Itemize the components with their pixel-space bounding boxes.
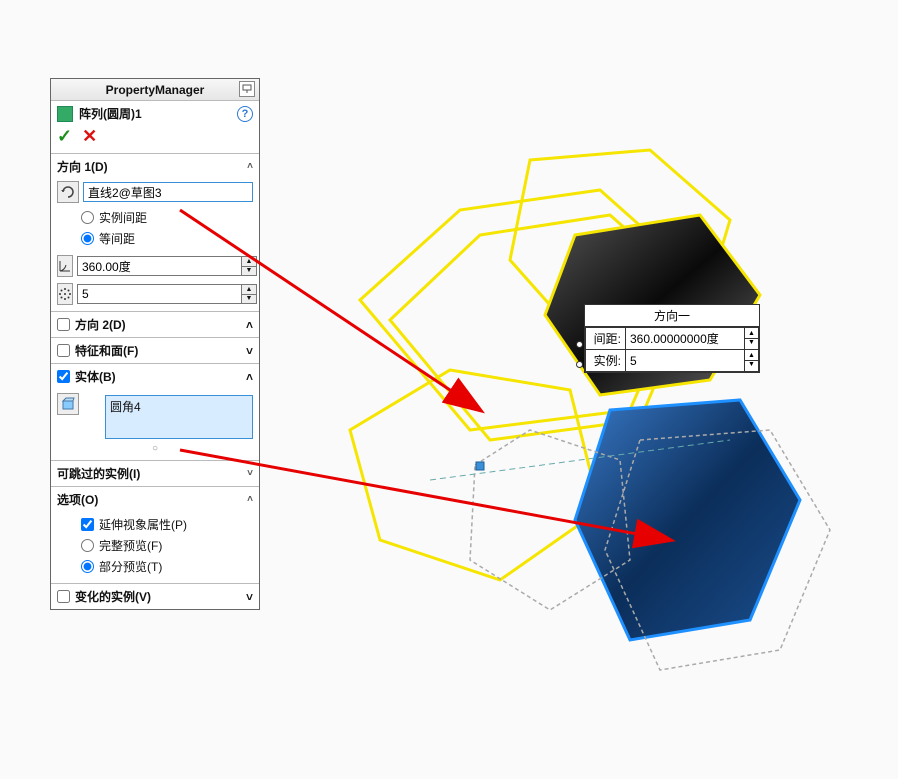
equal-radio-row[interactable]: 等间距	[57, 228, 253, 249]
callout-title: 方向一	[585, 305, 759, 327]
section-direction2-header[interactable]: 方向 2(D) ˄	[51, 312, 259, 337]
varied-checkbox[interactable]	[57, 590, 70, 603]
ok-button[interactable]: ✓	[57, 126, 72, 147]
pin-button[interactable]	[239, 81, 255, 97]
section-direction1-header[interactable]: 方向 1(D) ˄	[51, 154, 259, 179]
cancel-button[interactable]: ✕	[82, 126, 97, 147]
callout-spacing-spinner[interactable]: ▲▼	[745, 328, 759, 350]
instances-down[interactable]: ▼	[241, 294, 257, 305]
angle-down[interactable]: ▼	[241, 266, 257, 277]
reverse-direction-icon	[60, 184, 76, 200]
model-preview	[300, 120, 860, 740]
propagate-checkbox[interactable]	[81, 518, 94, 531]
section-features-faces-header[interactable]: 特征和面(F) ˅	[51, 338, 259, 363]
bodies-label: 实体(B)	[75, 368, 116, 385]
instances-row: ▲▼	[57, 283, 253, 305]
body-select-icon	[57, 393, 79, 415]
section-direction2: 方向 2(D) ˄	[51, 311, 259, 337]
chevron-down-icon: ˅	[246, 590, 253, 604]
instances-input[interactable]	[77, 284, 241, 304]
callout-instances-input[interactable]	[630, 354, 740, 368]
propagate-row[interactable]: 延伸视象属性(P)	[57, 514, 253, 535]
angle-icon	[57, 255, 73, 277]
spacing-radio-row[interactable]: 实例间距	[57, 207, 253, 228]
angle-spinner[interactable]: ▲▼	[241, 256, 257, 276]
section-options: 选项(O) ˄ 延伸视象属性(P) 完整预览(F) 部分预览(T)	[51, 486, 259, 583]
section-skippable-header[interactable]: 可跳过的实例(I) ˅	[51, 461, 259, 486]
callout-instances-label: 实例:	[586, 350, 626, 372]
full-preview-radio[interactable]	[81, 539, 94, 552]
section-direction1-label: 方向 1(D)	[57, 158, 108, 175]
full-preview-row[interactable]: 完整预览(F)	[57, 535, 253, 556]
bodies-selection-box[interactable]: 圆角4	[105, 395, 253, 439]
options-label: 选项(O)	[57, 491, 98, 508]
section-options-header[interactable]: 选项(O) ˄	[51, 487, 259, 512]
pm-title-bar: PropertyManager	[51, 79, 259, 101]
direction2-label: 方向 2(D)	[75, 316, 126, 333]
ok-cancel-row: ✓ ✕	[51, 126, 259, 153]
callout-handle-icon[interactable]	[576, 341, 583, 348]
partial-preview-radio[interactable]	[81, 560, 94, 573]
chevron-up-icon: ˄	[247, 494, 253, 505]
chevron-down-icon: ˅	[247, 468, 253, 479]
feature-name: 阵列(圆周)1	[79, 105, 142, 122]
equal-radio[interactable]	[81, 232, 94, 245]
circular-pattern-icon	[57, 106, 73, 122]
partial-preview-label: 部分预览(T)	[99, 558, 162, 575]
feature-header: 阵列(圆周)1 ?	[51, 101, 259, 126]
partial-preview-row[interactable]: 部分预览(T)	[57, 556, 253, 577]
section-bodies-header[interactable]: 实体(B) ˄	[51, 364, 259, 389]
propagate-label: 延伸视象属性(P)	[99, 516, 187, 533]
equal-radio-label: 等间距	[99, 230, 135, 247]
section-skippable: 可跳过的实例(I) ˅	[51, 460, 259, 486]
callout-instances-spinner[interactable]: ▲▼	[745, 350, 759, 372]
features-faces-checkbox[interactable]	[57, 344, 70, 357]
reverse-direction-button[interactable]	[57, 181, 79, 203]
bodies-selected-item[interactable]: 圆角4	[110, 398, 248, 415]
bodies-checkbox[interactable]	[57, 370, 70, 383]
section-direction1: 方向 1(D) ˄ 实例间距 等间距	[51, 153, 259, 311]
callout-handle-icon[interactable]	[576, 361, 583, 368]
full-preview-label: 完整预览(F)	[99, 537, 162, 554]
angle-up[interactable]: ▲	[241, 256, 257, 266]
spacing-radio-label: 实例间距	[99, 209, 147, 226]
section-varied-header[interactable]: 变化的实例(V) ˅	[51, 584, 259, 609]
section-bodies: 实体(B) ˄ 圆角4 ○	[51, 363, 259, 460]
varied-label: 变化的实例(V)	[75, 588, 151, 605]
pm-title-text: PropertyManager	[106, 83, 205, 97]
instances-spinner[interactable]: ▲▼	[241, 284, 257, 304]
bodies-drag-handle-icon[interactable]: ○	[57, 443, 253, 454]
section-features-faces: 特征和面(F) ˅	[51, 337, 259, 363]
pin-icon	[242, 84, 252, 94]
instances-icon	[57, 283, 73, 305]
direction1-axis-input[interactable]	[83, 182, 253, 202]
property-manager-panel: PropertyManager 阵列(圆周)1 ? ✓ ✕ 方向 1(D) ˄	[50, 78, 260, 610]
direction2-checkbox[interactable]	[57, 318, 70, 331]
chevron-down-icon: ˅	[246, 344, 253, 358]
chevron-up-icon: ˄	[246, 370, 253, 384]
section-varied: 变化的实例(V) ˅	[51, 583, 259, 609]
angle-row: ▲▼	[57, 255, 253, 277]
skippable-label: 可跳过的实例(I)	[57, 465, 140, 482]
spacing-radio[interactable]	[81, 211, 94, 224]
direction1-axis-row	[57, 181, 253, 203]
callout-spacing-input[interactable]	[630, 331, 740, 345]
instances-up[interactable]: ▲	[241, 284, 257, 294]
features-faces-label: 特征和面(F)	[75, 342, 138, 359]
chevron-up-icon: ˄	[247, 161, 253, 172]
angle-input[interactable]	[77, 256, 241, 276]
chevron-up-icon: ˄	[246, 318, 253, 332]
help-button[interactable]: ?	[237, 106, 253, 122]
callout-spacing-label: 间距:	[586, 328, 626, 350]
direction-callout: 方向一 间距: ▲▼ 实例: ▲▼	[584, 304, 760, 373]
